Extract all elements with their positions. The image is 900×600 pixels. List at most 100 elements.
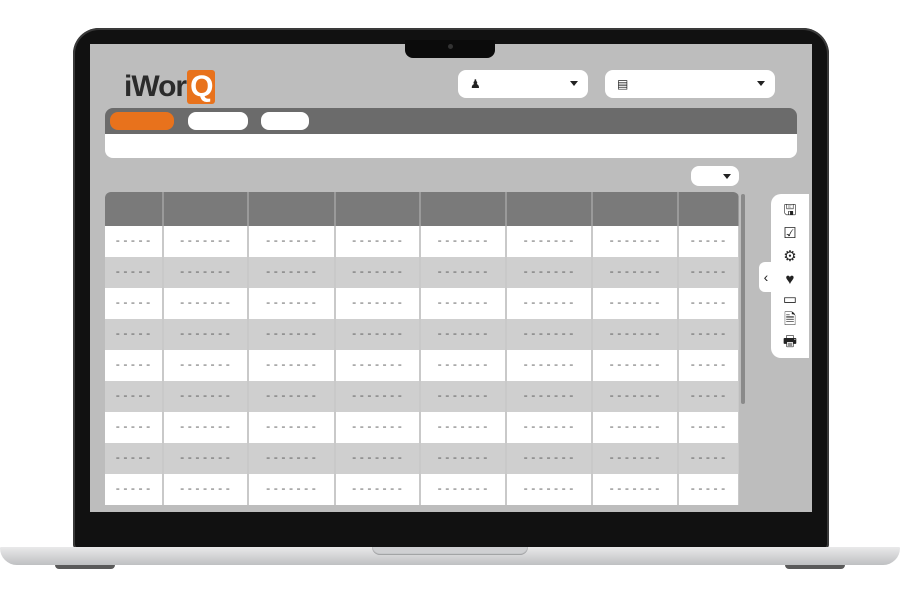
table-cell: ------- bbox=[163, 257, 249, 288]
table-cell: ----- bbox=[678, 350, 739, 381]
table-header-row bbox=[105, 192, 739, 226]
table-cell: ------- bbox=[335, 319, 421, 350]
table-cell: ------- bbox=[420, 412, 507, 443]
nav-tab-2[interactable] bbox=[188, 112, 248, 130]
page-size-dropdown[interactable] bbox=[691, 166, 739, 186]
table-cell: ------- bbox=[420, 443, 507, 474]
table-cell: ------- bbox=[592, 443, 679, 474]
main-nav bbox=[105, 108, 797, 134]
card-icon[interactable]: ▭ bbox=[779, 291, 801, 309]
table-cell: ------- bbox=[506, 288, 593, 319]
table-cell: ------- bbox=[335, 226, 421, 257]
table-cell: ------- bbox=[248, 381, 336, 412]
table-cell: ------- bbox=[335, 257, 421, 288]
table-cell: ------- bbox=[420, 226, 507, 257]
save-icon[interactable]: 🖫 bbox=[779, 202, 801, 220]
table-cell: ------- bbox=[420, 474, 507, 505]
nav-tab-3[interactable] bbox=[261, 112, 309, 130]
table-cell: ----- bbox=[105, 288, 164, 319]
table-row[interactable]: ----- ------- ------- ------- ------- -------… bbox=[105, 288, 739, 319]
print-icon[interactable]: 🖶 bbox=[779, 333, 801, 351]
table-cell: ----- bbox=[678, 288, 739, 319]
table-cell: ------- bbox=[335, 443, 421, 474]
column-header[interactable] bbox=[335, 192, 421, 226]
table-cell: ------- bbox=[592, 412, 679, 443]
table-cell: ----- bbox=[678, 257, 739, 288]
table-row[interactable]: ----- ------- ------- ------- ------- -------… bbox=[105, 381, 739, 412]
column-header[interactable] bbox=[592, 192, 679, 226]
table-cell: ------- bbox=[163, 319, 249, 350]
table-cell: ------- bbox=[592, 288, 679, 319]
table-cell: ------- bbox=[592, 319, 679, 350]
laptop-opening-lip bbox=[372, 547, 528, 555]
table-cell: ----- bbox=[678, 319, 739, 350]
webcam bbox=[448, 44, 453, 49]
table-cell: ------- bbox=[506, 381, 593, 412]
table-cell: ------- bbox=[506, 443, 593, 474]
table-cell: ------- bbox=[506, 350, 593, 381]
records-table: ----- ------- ------- ------- ------- -------… bbox=[105, 192, 739, 512]
column-header[interactable] bbox=[163, 192, 249, 226]
table-cell: ------- bbox=[163, 288, 249, 319]
table-cell: ----- bbox=[678, 226, 739, 257]
table-cell: ------- bbox=[163, 474, 249, 505]
table-cell: ------- bbox=[163, 226, 249, 257]
table-cell: ------- bbox=[248, 412, 336, 443]
table-row[interactable]: ----- ------- ------- ------- ------- -------… bbox=[105, 443, 739, 474]
table-cell: ------- bbox=[248, 443, 336, 474]
user-dropdown[interactable]: ♟ bbox=[458, 70, 588, 98]
sub-navigation-bar bbox=[105, 134, 797, 158]
table-row[interactable]: ----- ------- ------- ------- ------- -------… bbox=[105, 412, 739, 443]
table-cell: ----- bbox=[105, 226, 164, 257]
table-cell: ------- bbox=[592, 474, 679, 505]
column-header[interactable] bbox=[506, 192, 593, 226]
column-header[interactable] bbox=[105, 192, 164, 226]
document-icon[interactable]: 🗎 bbox=[779, 311, 801, 329]
table-cell: ------- bbox=[420, 288, 507, 319]
chevron-down-icon bbox=[570, 81, 578, 86]
table-cell: ----- bbox=[678, 381, 739, 412]
table-cell: ----- bbox=[105, 474, 164, 505]
column-header[interactable] bbox=[678, 192, 739, 226]
table-cell: ------- bbox=[420, 257, 507, 288]
table-cell: ------- bbox=[335, 474, 421, 505]
table-scrollbar[interactable] bbox=[741, 194, 745, 404]
nav-tab-active[interactable] bbox=[110, 112, 174, 130]
table-cell: ------- bbox=[248, 226, 336, 257]
table-cell: ------- bbox=[420, 350, 507, 381]
gears-icon[interactable]: ⚙ bbox=[779, 248, 801, 266]
camera-notch bbox=[405, 40, 495, 58]
chevron-down-icon bbox=[723, 174, 731, 179]
module-dropdown[interactable]: ▤ bbox=[605, 70, 775, 98]
table-cell: ------- bbox=[163, 443, 249, 474]
table-cell: ------- bbox=[335, 288, 421, 319]
table-cell: ------- bbox=[163, 381, 249, 412]
checkbox-icon[interactable]: ☑ bbox=[779, 225, 801, 243]
heart-icon[interactable]: ♥ bbox=[779, 271, 801, 289]
table-cell: ------- bbox=[506, 257, 593, 288]
table-cell: ------- bbox=[163, 412, 249, 443]
column-header[interactable] bbox=[420, 192, 507, 226]
table-cell: ------- bbox=[335, 381, 421, 412]
table-cell: ------- bbox=[248, 319, 336, 350]
iworq-logo: iWor Q bbox=[124, 70, 216, 104]
app-screen: iWor Q ♟ ▤ ----- ------- ------- -------… bbox=[90, 44, 812, 512]
list-card-icon: ▤ bbox=[617, 77, 629, 91]
table-cell: ------- bbox=[248, 288, 336, 319]
table-cell: ------- bbox=[592, 257, 679, 288]
table-cell: ----- bbox=[678, 412, 739, 443]
table-cell: ----- bbox=[105, 257, 164, 288]
table-row[interactable]: ----- ------- ------- ------- ------- -------… bbox=[105, 257, 739, 288]
column-header[interactable] bbox=[248, 192, 336, 226]
side-toolbar: 🖫 ☑ ⚙ ♥ ▭ 🗎 🖶 bbox=[771, 194, 809, 358]
table-row[interactable]: ----- ------- ------- ------- ------- -------… bbox=[105, 319, 739, 350]
table-cell: ------- bbox=[335, 412, 421, 443]
table-cell: ------- bbox=[335, 350, 421, 381]
laptop-foot bbox=[785, 565, 845, 569]
table-cell: ----- bbox=[105, 319, 164, 350]
table-cell: ----- bbox=[678, 443, 739, 474]
table-row[interactable]: ----- ------- ------- ------- ------- -------… bbox=[105, 350, 739, 381]
table-row[interactable]: ----- ------- ------- ------- ------- -------… bbox=[105, 474, 739, 505]
table-row[interactable]: ----- ------- ------- ------- ------- -------… bbox=[105, 226, 739, 257]
table-cell: ------- bbox=[163, 350, 249, 381]
